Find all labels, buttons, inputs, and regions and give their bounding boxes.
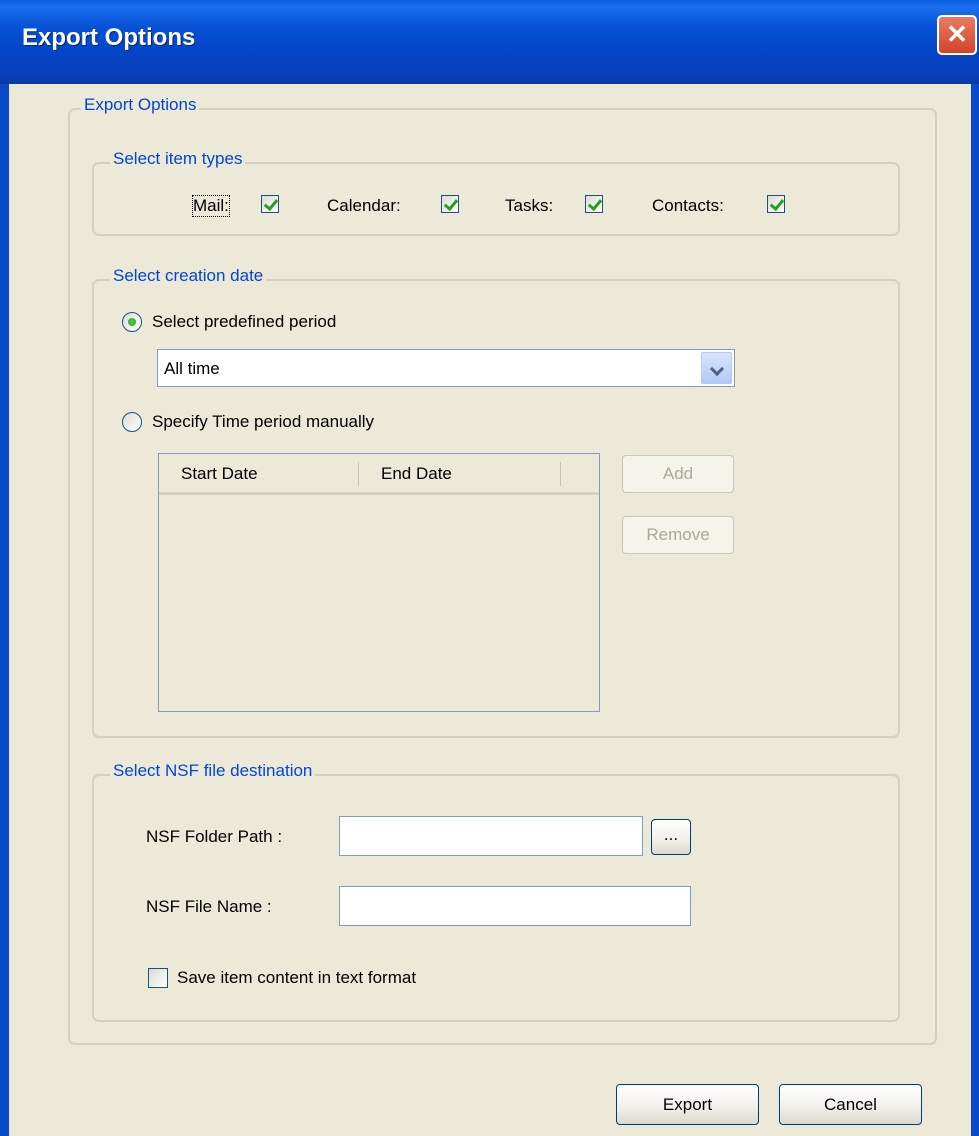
- manual-period-radio[interactable]: [122, 412, 142, 432]
- add-button[interactable]: Add: [622, 455, 734, 493]
- creation-date-legend: Select creation date: [110, 266, 267, 286]
- mail-checkbox[interactable]: [261, 195, 279, 213]
- cancel-button[interactable]: Cancel: [779, 1084, 922, 1125]
- close-icon: ✕: [946, 19, 968, 49]
- browse-folder-button[interactable]: ...: [651, 819, 691, 855]
- contacts-label[interactable]: Contacts:: [652, 196, 724, 216]
- nsf-file-name-label: NSF File Name :: [146, 897, 272, 916]
- calendar-checkbox[interactable]: [441, 195, 459, 213]
- remove-button[interactable]: Remove: [622, 516, 734, 554]
- text-format-checkbox[interactable]: [148, 968, 168, 988]
- mail-label[interactable]: Mail:: [192, 195, 230, 217]
- tasks-checkbox[interactable]: [585, 195, 603, 213]
- export-options-legend: Export Options: [81, 95, 200, 115]
- date-range-list[interactable]: Start Date End Date: [158, 453, 600, 712]
- window-title: Export Options: [22, 24, 196, 51]
- window-frame-left: [0, 84, 9, 1136]
- end-date-column[interactable]: End Date: [381, 464, 452, 484]
- tasks-label[interactable]: Tasks:: [505, 196, 553, 216]
- chevron-down-icon[interactable]: [701, 352, 732, 384]
- predefined-period-radio[interactable]: [122, 312, 142, 332]
- nsf-folder-path-label: NSF Folder Path :: [146, 827, 283, 846]
- period-dropdown[interactable]: All time: [157, 349, 735, 387]
- item-types-legend: Select item types: [110, 149, 246, 169]
- nsf-file-name-input[interactable]: [339, 886, 691, 926]
- nsf-destination-legend: Select NSF file destination: [110, 761, 316, 781]
- nsf-folder-path-input[interactable]: [339, 816, 643, 856]
- window-frame-right: [971, 84, 979, 1136]
- start-date-column[interactable]: Start Date: [181, 464, 258, 484]
- text-format-label[interactable]: Save item content in text format: [177, 968, 416, 988]
- calendar-label[interactable]: Calendar:: [327, 196, 401, 216]
- close-button[interactable]: ✕: [937, 15, 977, 55]
- manual-period-label[interactable]: Specify Time period manually: [152, 412, 374, 432]
- column-separator[interactable]: [358, 462, 359, 486]
- contacts-checkbox[interactable]: [767, 195, 785, 213]
- export-button[interactable]: Export: [616, 1084, 759, 1125]
- period-dropdown-value: All time: [164, 359, 220, 378]
- column-separator[interactable]: [560, 462, 561, 486]
- predefined-period-label[interactable]: Select predefined period: [152, 312, 336, 332]
- date-range-list-header: Start Date End Date: [159, 454, 599, 495]
